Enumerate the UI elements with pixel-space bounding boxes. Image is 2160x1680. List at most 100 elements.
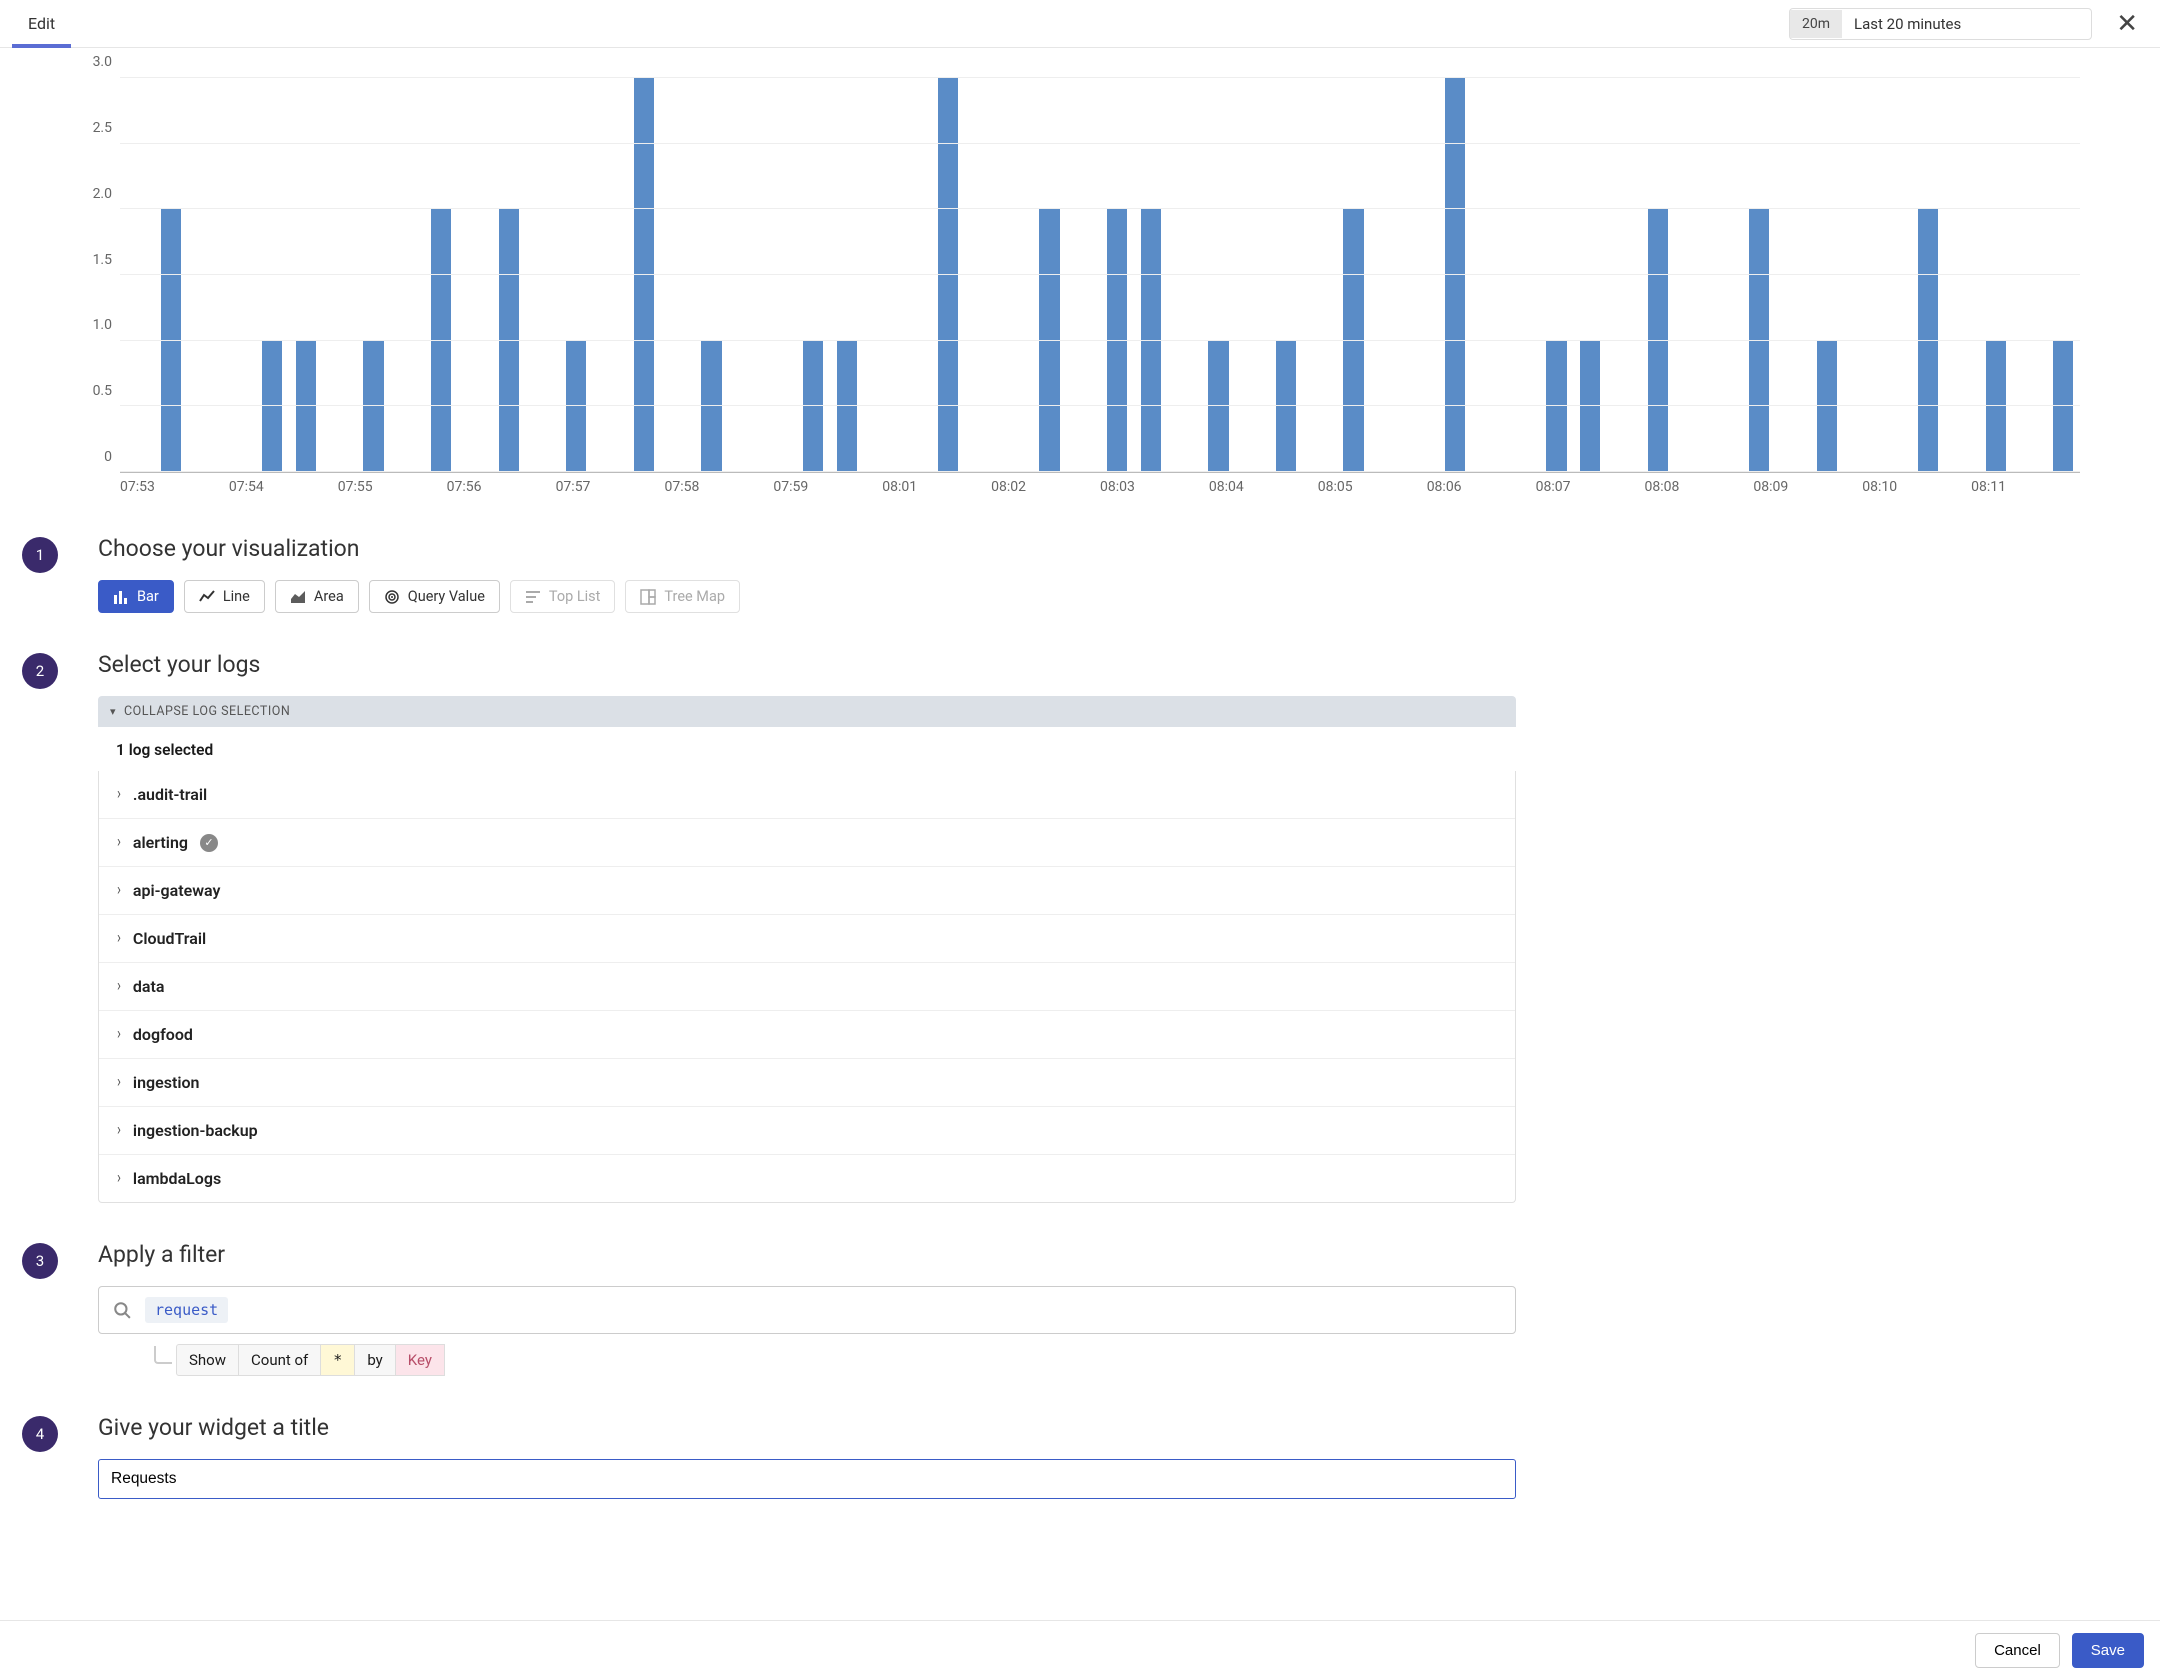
time-range-picker[interactable]: 20m Last 20 minutes <box>1789 8 2092 40</box>
x-tick-label: 08:07 <box>1536 473 1645 495</box>
step-visualization: 1 Choose your visualization Bar Line <box>18 535 2142 613</box>
log-row[interactable]: ›CloudTrail <box>99 914 1515 962</box>
chart-bar <box>1141 209 1161 472</box>
gridline <box>120 405 2080 406</box>
x-tick-label: 07:55 <box>338 473 447 495</box>
bar-slot <box>221 78 255 472</box>
aggregation-row: Show Count of * by Key <box>154 1344 1516 1376</box>
log-row[interactable]: › ingestion-backup <box>99 1106 1515 1154</box>
log-row[interactable]: ›alerting✓ <box>99 818 1515 866</box>
bar-slot <box>2046 78 2080 472</box>
chevron-right-icon: › <box>117 1121 121 1141</box>
step-title-2: Select your logs <box>98 651 1516 678</box>
bar-slot <box>965 78 999 472</box>
bar-slot <box>1573 78 1607 472</box>
log-row[interactable]: ›data <box>99 962 1515 1010</box>
x-tick-label: 08:01 <box>882 473 991 495</box>
bar-slot <box>492 78 526 472</box>
bar-slot <box>1100 78 1134 472</box>
chevron-right-icon: › <box>117 833 121 853</box>
bar-slot <box>728 78 762 472</box>
gridline <box>120 471 2080 472</box>
agg-count-of[interactable]: Count of <box>239 1344 321 1376</box>
viz-btn-query-value-label: Query Value <box>408 588 485 605</box>
chevron-right-icon: › <box>117 1073 121 1093</box>
chart-bar <box>1648 209 1668 472</box>
chevron-right-icon: › <box>117 1025 121 1045</box>
viz-btn-query-value[interactable]: Query Value <box>369 580 500 613</box>
target-icon <box>384 589 400 605</box>
preview-chart: 00.51.01.52.02.53.0 07:5307:5407:5507:56… <box>80 78 2080 495</box>
log-name: lambdaLogs <box>133 1169 221 1188</box>
x-tick-label: 08:08 <box>1644 473 1753 495</box>
widget-title-input[interactable] <box>98 1459 1516 1499</box>
chevron-right-icon: › <box>117 929 121 949</box>
y-tick-label: 0 <box>104 449 112 465</box>
bar-slot <box>864 78 898 472</box>
close-icon[interactable]: ✕ <box>2106 7 2148 41</box>
save-button[interactable]: Save <box>2072 1633 2144 1668</box>
log-row[interactable]: ›lambdaLogs <box>99 1154 1515 1202</box>
bar-slot <box>1742 78 1776 472</box>
log-row[interactable]: ›.audit-trail <box>99 771 1515 818</box>
agg-by[interactable]: by <box>355 1344 395 1376</box>
viz-btn-bar[interactable]: Bar <box>98 580 174 613</box>
step-title-4: Give your widget a title <box>98 1414 1516 1441</box>
agg-wildcard[interactable]: * <box>321 1344 355 1376</box>
chart-bar <box>161 209 181 472</box>
bar-slot <box>1945 78 1979 472</box>
viz-btn-bar-label: Bar <box>137 588 159 605</box>
log-name: ingestion-backup <box>133 1121 258 1140</box>
log-selected-count: 1 log selected <box>98 727 1516 771</box>
bar-slot <box>661 78 695 472</box>
agg-show[interactable]: Show <box>176 1344 239 1376</box>
bar-slot <box>323 78 357 472</box>
bar-slot <box>999 78 1033 472</box>
x-tick-label: 08:06 <box>1427 473 1536 495</box>
x-tick-label: 07:58 <box>664 473 773 495</box>
bar-slot <box>120 78 154 472</box>
bar-slot <box>424 78 458 472</box>
list-icon <box>525 589 541 605</box>
chevron-right-icon: › <box>117 881 121 901</box>
viz-btn-tree-map: Tree Map <box>625 580 740 613</box>
filter-tag[interactable]: request <box>145 1297 228 1323</box>
bar-slot <box>1776 78 1810 472</box>
bar-slot <box>1066 78 1100 472</box>
check-icon: ✓ <box>200 834 218 852</box>
bar-slot <box>1506 78 1540 472</box>
chart-bar <box>499 209 519 472</box>
gridline <box>120 143 2080 144</box>
bar-chart-icon <box>113 589 129 605</box>
x-tick-label: 08:10 <box>1862 473 1971 495</box>
log-row[interactable]: ›api-gateway <box>99 866 1515 914</box>
log-list[interactable]: ›.audit-trail›alerting✓›api-gateway›Clou… <box>98 771 1516 1203</box>
bar-slot <box>1844 78 1878 472</box>
bar-slot <box>1911 78 1945 472</box>
collapse-log-selection[interactable]: ▾ COLLAPSE LOG SELECTION <box>98 696 1516 727</box>
log-name: .audit-trail <box>133 785 207 804</box>
bar-slot <box>593 78 627 472</box>
chart-bar <box>634 78 654 472</box>
agg-key[interactable]: Key <box>396 1344 445 1376</box>
y-tick-label: 1.0 <box>93 317 112 333</box>
filter-input-box[interactable]: request <box>98 1286 1516 1334</box>
main-content: 00.51.01.52.02.53.0 07:5307:5407:5507:56… <box>0 48 2160 1539</box>
chart-bar <box>938 78 958 472</box>
bar-slot <box>1168 78 1202 472</box>
viz-btn-area[interactable]: Area <box>275 580 359 613</box>
bar-slot <box>188 78 222 472</box>
topbar-right: 20m Last 20 minutes ✕ <box>1789 7 2148 41</box>
chart-bar <box>1918 209 1938 472</box>
tab-edit[interactable]: Edit <box>12 0 71 47</box>
viz-btn-line[interactable]: Line <box>184 580 265 613</box>
log-row[interactable]: ›ingestion <box>99 1058 1515 1106</box>
log-row[interactable]: ›dogfood <box>99 1010 1515 1058</box>
area-chart-icon <box>290 589 306 605</box>
cancel-button[interactable]: Cancel <box>1975 1633 2060 1668</box>
viz-btn-top-list: Top List <box>510 580 616 613</box>
bar-slot <box>931 78 965 472</box>
x-tick-label: 08:09 <box>1753 473 1862 495</box>
bar-slot <box>1337 78 1371 472</box>
x-tick-label: 07:53 <box>120 473 229 495</box>
